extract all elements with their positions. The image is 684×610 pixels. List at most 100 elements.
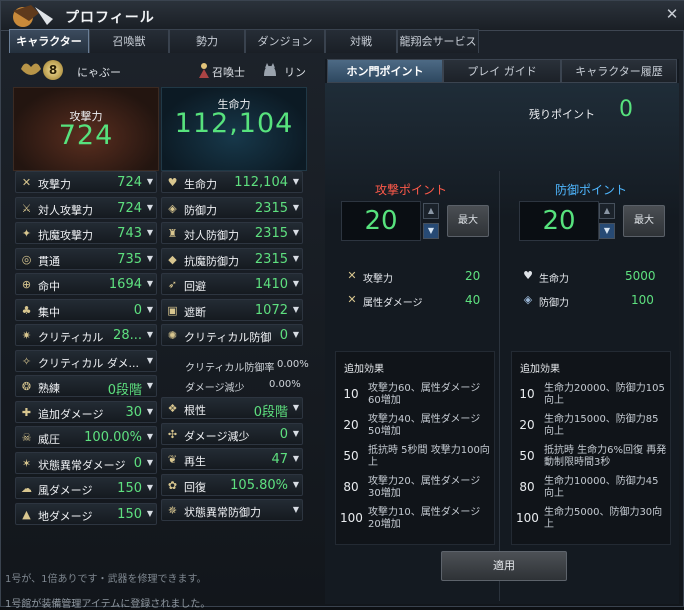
stat-block[interactable]: ▣ 遮断 1072 ▼ xyxy=(161,298,303,321)
critical-defense-icon: ✺ xyxy=(167,329,178,342)
stat-pvp-defense[interactable]: ♜ 対人防御力 2315 ▼ xyxy=(161,222,303,244)
stat-recovery[interactable]: ✿ 回復 105.80% ▼ xyxy=(161,473,303,496)
stat-label: 貫通 xyxy=(38,254,60,268)
stat-swords[interactable]: ✕ 攻撃力 724 ▼ xyxy=(15,171,157,193)
stat-critical-defense[interactable]: ✺ クリティカル防御 0 ▼ xyxy=(161,324,303,346)
expand-arrow-icon[interactable]: ▼ xyxy=(147,177,153,186)
stat-willpower[interactable]: ❖ 根性 0段階 ▼ xyxy=(161,397,303,420)
expand-arrow-icon[interactable]: ▼ xyxy=(147,203,153,212)
expand-arrow-icon[interactable]: ▼ xyxy=(147,279,153,288)
expand-arrow-icon[interactable]: ▼ xyxy=(293,203,299,212)
stat-value: 105.80% xyxy=(230,477,288,493)
defense-points-down[interactable]: ▼ xyxy=(599,223,615,239)
stat-status-damage[interactable]: ✶ 状態異常ダメージ 0 ▼ xyxy=(15,451,157,474)
expand-arrow-icon[interactable]: ▼ xyxy=(147,509,153,518)
expand-arrow-icon[interactable]: ▼ xyxy=(293,177,299,186)
stat-heart[interactable]: ♥ 生命力 112,104 ▼ xyxy=(161,171,303,193)
defense-row-value: 5000 xyxy=(625,269,656,283)
stat-value: 28... xyxy=(113,328,142,343)
expand-arrow-icon[interactable]: ▼ xyxy=(293,454,299,463)
stat-focus[interactable]: ♣ 集中 0 ▼ xyxy=(15,298,157,321)
stat-evasion[interactable]: ➶ 回避 1410 ▼ xyxy=(161,273,303,295)
swords-icon: ✕ xyxy=(21,176,32,189)
defense-row-hp: ♥ 生命力 5000 xyxy=(517,267,667,287)
tab-dungeon[interactable]: ダンジョン xyxy=(245,29,325,53)
expand-arrow-icon[interactable]: ▼ xyxy=(147,330,153,339)
expand-arrow-icon[interactable]: ▼ xyxy=(147,305,153,314)
defense-max-button[interactable]: 最大 xyxy=(623,205,665,237)
stat-shield[interactable]: ◈ 防御力 2315 ▼ xyxy=(161,196,303,219)
stat-additional-damage[interactable]: ✚ 追加ダメージ 30 ▼ xyxy=(15,400,157,423)
stat-pvp-attack[interactable]: ⚔ 対人攻撃力 724 ▼ xyxy=(15,196,157,219)
tab-faction[interactable]: 勢力 xyxy=(169,29,245,53)
apply-button[interactable]: 適用 xyxy=(441,551,567,581)
status-damage-icon: ✶ xyxy=(21,456,32,470)
stat-anti-demon-defense[interactable]: ◆ 抗魔防御力 2315 ▼ xyxy=(161,247,303,270)
hp-summary: 生命力 112,104 xyxy=(161,87,307,171)
attack-row-value: 40 xyxy=(465,293,481,307)
bonus-row: 10 生命力20000、防御力105向上 xyxy=(512,380,670,410)
bonus-text: 生命力20000、防御力105向上 xyxy=(544,383,665,406)
attack-max-button[interactable]: 最大 xyxy=(447,205,489,237)
stat-label: 状態異常防御力 xyxy=(184,506,261,519)
expand-arrow-icon[interactable]: ▼ xyxy=(293,330,299,339)
stat-status-defense[interactable]: ✵ 状態異常防御力 ▼ xyxy=(161,499,303,521)
attack-row-value: 20 xyxy=(465,269,481,283)
expand-arrow-icon[interactable]: ▼ xyxy=(293,305,299,314)
tab-pvp[interactable]: 対戦 xyxy=(325,29,397,53)
expand-arrow-icon[interactable]: ▼ xyxy=(147,228,153,237)
stat-regeneration[interactable]: ❦ 再生 47 ▼ xyxy=(161,448,303,470)
expand-arrow-icon[interactable]: ▼ xyxy=(147,458,153,467)
swords-icon: ✕ xyxy=(347,269,357,282)
stat-value: 2315 xyxy=(254,200,288,216)
expand-arrow-icon[interactable]: ▼ xyxy=(293,228,299,237)
attack-row-label: 属性ダメージ xyxy=(363,298,423,309)
defense-row-defense: ◈ 防御力 100 xyxy=(517,291,667,311)
stat-label: 地ダメージ xyxy=(38,509,93,523)
tab-character[interactable]: キャラクター xyxy=(9,29,89,53)
stat-mastery[interactable]: ❂ 熟練 0段階 ▼ xyxy=(15,375,157,398)
stat-critical[interactable]: ✷ クリティカル 28... ▼ xyxy=(15,324,157,346)
recovery-icon: ✿ xyxy=(167,478,178,492)
tab-summon[interactable]: 召喚獣 xyxy=(89,29,169,53)
status-defense-icon: ✵ xyxy=(167,504,178,517)
stat-pierce[interactable]: ◎ 貫通 735 ▼ xyxy=(15,247,157,270)
stat-damage-reduction[interactable]: ✣ ダメージ減少 0 ▼ xyxy=(161,422,303,445)
attack-power-value: 724 xyxy=(58,120,114,151)
expand-arrow-icon[interactable]: ▼ xyxy=(293,254,299,263)
heart-icon: ♥ xyxy=(167,176,178,189)
stat-critical-damage[interactable]: ✧ クリティカル ダメ... ▼ xyxy=(15,349,157,372)
expand-arrow-icon[interactable]: ▼ xyxy=(147,356,153,365)
expand-arrow-icon[interactable]: ▼ xyxy=(293,480,299,489)
stat-accuracy[interactable]: ⊕ 命中 1694 ▼ xyxy=(15,273,157,295)
expand-arrow-icon[interactable]: ▼ xyxy=(147,407,153,416)
stat-wind-damage[interactable]: ☁ 風ダメージ 150 ▼ xyxy=(15,477,157,499)
expand-arrow-icon[interactable]: ▼ xyxy=(147,483,153,492)
tab-service[interactable]: 龍翔会サービス xyxy=(397,29,479,53)
expand-arrow-icon[interactable]: ▼ xyxy=(293,279,299,288)
bonus-text: 攻撃力20、属性ダメージ30増加 xyxy=(368,476,481,499)
tab-play-guide[interactable]: プレイ ガイド xyxy=(443,59,561,83)
bonus-row: 10 攻撃力60、属性ダメージ60増加 xyxy=(336,380,494,410)
expand-arrow-icon[interactable]: ▼ xyxy=(147,254,153,263)
bonus-threshold: 10 xyxy=(343,387,359,401)
tab-hongmoon-points[interactable]: ホン門ポイント xyxy=(327,59,443,83)
pvp-attack-icon: ⚔ xyxy=(21,201,32,215)
tab-character-history[interactable]: キャラクター履歴 xyxy=(561,59,677,83)
expand-arrow-icon[interactable]: ▼ xyxy=(293,403,299,412)
expand-arrow-icon[interactable]: ▼ xyxy=(293,429,299,438)
window-title: プロフィール xyxy=(65,10,155,26)
close-icon[interactable]: ✕ xyxy=(664,6,680,22)
defense-points-up[interactable]: ▲ xyxy=(599,203,615,219)
attack-points-up[interactable]: ▲ xyxy=(423,203,439,219)
stat-intimidation[interactable]: ☠ 威圧 100.00% ▼ xyxy=(15,426,157,448)
bonus-row: 80 攻撃力20、属性ダメージ30増加 xyxy=(336,473,494,503)
expand-arrow-icon[interactable]: ▼ xyxy=(147,381,153,390)
expand-arrow-icon[interactable]: ▼ xyxy=(147,432,153,441)
attack-points-down[interactable]: ▼ xyxy=(423,223,439,239)
stat-earth-damage[interactable]: ▲ 地ダメージ 150 ▼ xyxy=(15,502,157,525)
bonus-threshold: 80 xyxy=(343,480,359,494)
expand-arrow-icon[interactable]: ▼ xyxy=(293,505,299,514)
stat-anti-demon-attack[interactable]: ✦ 抗魔攻撃力 743 ▼ xyxy=(15,222,157,244)
critical-icon: ✷ xyxy=(21,329,32,342)
